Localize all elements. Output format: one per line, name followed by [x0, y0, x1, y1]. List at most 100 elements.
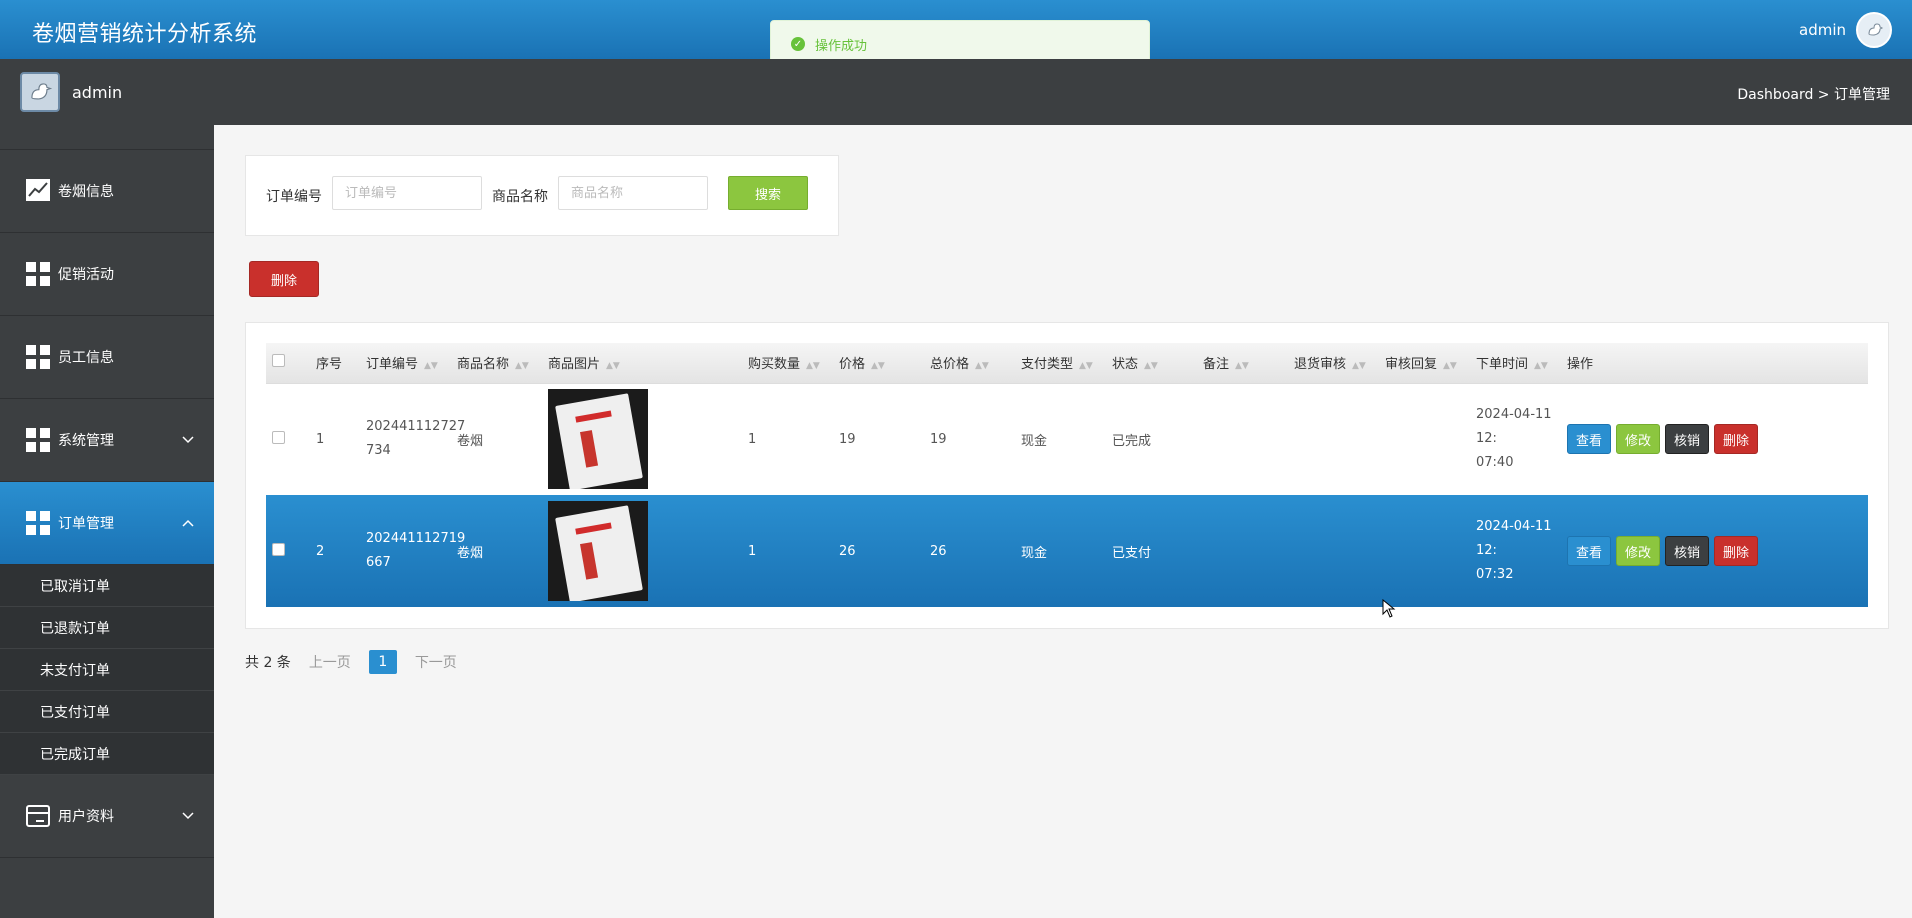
- sidebar-user: admin: [20, 72, 122, 112]
- grid-icon: [26, 262, 50, 286]
- row-checkbox[interactable]: [272, 542, 285, 556]
- col-order-time[interactable]: 下单时间 ▲▼: [1470, 343, 1561, 384]
- col-note[interactable]: 备注 ▲▼: [1197, 343, 1288, 384]
- col-price[interactable]: 价格 ▲▼: [833, 343, 924, 384]
- cell-return-audit: [1288, 495, 1379, 607]
- search-panel: 订单编号 商品名称 搜索: [245, 155, 839, 236]
- next-page-button[interactable]: 下一页: [415, 652, 457, 672]
- sidebar-item-label: 促销活动: [58, 267, 114, 283]
- sidebar-subitem-paid[interactable]: 已支付订单: [0, 691, 214, 733]
- order-no-label: 订单编号: [266, 189, 322, 205]
- sidebar-item-employees[interactable]: 员工信息: [0, 316, 214, 399]
- product-image: [548, 389, 648, 490]
- cell-note: [1197, 383, 1288, 495]
- sidebar-subitem-refunded[interactable]: 已退款订单: [0, 607, 214, 649]
- col-actions: 操作: [1561, 343, 1868, 384]
- edit-button[interactable]: 修改: [1616, 536, 1661, 566]
- writeoff-button[interactable]: 核销: [1665, 424, 1710, 455]
- cell-pay-type: 现金: [1021, 545, 1048, 561]
- sidebar-subitem-unpaid[interactable]: 未支付订单: [0, 649, 214, 691]
- sort-icon: ▲▼: [1235, 361, 1249, 372]
- cell-qty: 1: [748, 431, 757, 447]
- sort-icon: ▲▼: [1352, 361, 1366, 372]
- sidebar-item-cigarette-info[interactable]: 卷烟信息: [0, 150, 214, 233]
- sidebar-item-user-profile[interactable]: 用户资料: [0, 775, 214, 858]
- chevron-down-icon: [182, 808, 194, 824]
- app-title: 卷烟营销统计分析系统: [32, 22, 258, 47]
- table-row[interactable]: 2 202441112719 667 卷烟 1 26 26 现金 已支付 2024…: [266, 495, 1868, 607]
- col-qty[interactable]: 购买数量 ▲▼: [742, 343, 833, 384]
- grid-icon: [26, 511, 50, 535]
- cell-total: 19: [930, 431, 947, 447]
- writeoff-button[interactable]: 核销: [1665, 536, 1710, 566]
- col-product[interactable]: 商品名称 ▲▼: [451, 343, 542, 384]
- cell-actions: 查看 修改 核销 删除: [1561, 383, 1868, 495]
- batch-delete-button[interactable]: 删除: [249, 261, 319, 297]
- search-button[interactable]: 搜索: [728, 176, 808, 210]
- total-count: 共 2 条: [245, 655, 291, 671]
- sidebar: 卷烟信息 促销活动 员工信息 系统管理 订单管理 已取消订单 已退款订单 未支付…: [0, 125, 214, 918]
- edit-button[interactable]: 修改: [1616, 424, 1661, 455]
- chart-icon: [26, 179, 50, 203]
- sidebar-subitem-completed[interactable]: 已完成订单: [0, 733, 214, 775]
- row-checkbox[interactable]: [272, 430, 285, 444]
- cell-audit-reply: [1379, 495, 1470, 607]
- grid-icon: [26, 345, 50, 369]
- duck-icon: [1862, 18, 1886, 42]
- cell-actions: 查看 修改 核销 删除: [1561, 495, 1868, 607]
- sidebar-item-promotions[interactable]: 促销活动: [0, 233, 214, 316]
- cell-price: 26: [839, 543, 856, 559]
- sort-icon: ▲▼: [1079, 361, 1093, 372]
- cell-index: 1: [316, 431, 325, 447]
- product-image: [548, 501, 648, 601]
- top-user-menu[interactable]: admin: [1799, 12, 1892, 48]
- view-button[interactable]: 查看: [1567, 424, 1612, 455]
- sidebar-item-orders[interactable]: 订单管理: [0, 482, 214, 565]
- col-total[interactable]: 总价格 ▲▼: [924, 343, 1015, 384]
- sidebar-username: admin: [72, 82, 123, 102]
- sort-icon: ▲▼: [1443, 361, 1457, 372]
- cell-product: 卷烟: [457, 545, 484, 561]
- view-button[interactable]: 查看: [1567, 536, 1612, 566]
- delete-button[interactable]: 删除: [1714, 424, 1759, 455]
- product-name-input[interactable]: [558, 176, 708, 210]
- cell-order-time: 2024-04-11 12: 07:32: [1476, 519, 1552, 582]
- sidebar-item-label: 订单管理: [58, 516, 114, 532]
- top-username: admin: [1799, 21, 1846, 39]
- table-row[interactable]: 1 202441112727 734 卷烟 1 19 19 现金 已完成 2024…: [266, 383, 1868, 495]
- sub-header: admin Dashboard > 订单管理: [0, 59, 1912, 125]
- user-avatar[interactable]: [1856, 12, 1892, 48]
- sidebar-item-system[interactable]: 系统管理: [0, 399, 214, 482]
- cell-image: [542, 383, 742, 495]
- col-pay-type[interactable]: 支付类型 ▲▼: [1015, 343, 1106, 384]
- orders-table-panel: 序号 订单编号 ▲▼ 商品名称 ▲▼ 商品图片 ▲▼ 购买数量 ▲▼ 价格 ▲▼ 总价格 ▲…: [245, 322, 1889, 629]
- col-order-no[interactable]: 订单编号 ▲▼: [360, 343, 451, 384]
- cell-return-audit: [1288, 383, 1379, 495]
- page-1-button[interactable]: 1: [368, 650, 397, 674]
- sort-icon: ▲▼: [1144, 361, 1158, 372]
- order-no-input[interactable]: [332, 176, 482, 210]
- chevron-up-icon: [182, 515, 194, 531]
- col-return-audit[interactable]: 退货审核 ▲▼: [1288, 343, 1379, 384]
- pagination: 共 2 条 上一页 1 下一页: [245, 650, 457, 674]
- cell-image: [542, 495, 742, 607]
- sidebar-subitem-cancelled[interactable]: 已取消订单: [0, 565, 214, 607]
- delete-button[interactable]: 删除: [1714, 536, 1759, 566]
- breadcrumb: Dashboard > 订单管理: [1737, 87, 1890, 103]
- col-status[interactable]: 状态 ▲▼: [1106, 343, 1197, 384]
- select-all-checkbox[interactable]: [272, 354, 285, 368]
- sidebar-item-label: 员工信息: [58, 350, 114, 366]
- sidebar-item-label: 卷烟信息: [58, 184, 114, 200]
- select-all-cell[interactable]: [266, 343, 310, 384]
- sort-icon: ▲▼: [515, 361, 529, 372]
- sort-icon: ▲▼: [1534, 361, 1548, 372]
- col-image[interactable]: 商品图片 ▲▼: [542, 343, 742, 384]
- toast-message: 操作成功: [815, 38, 868, 54]
- sort-icon: ▲▼: [606, 361, 620, 372]
- prev-page-button[interactable]: 上一页: [309, 652, 351, 672]
- card-icon: [26, 804, 50, 828]
- cell-audit-reply: [1379, 383, 1470, 495]
- col-audit-reply[interactable]: 审核回复 ▲▼: [1379, 343, 1470, 384]
- cell-total: 26: [930, 543, 947, 559]
- cell-qty: 1: [748, 543, 757, 559]
